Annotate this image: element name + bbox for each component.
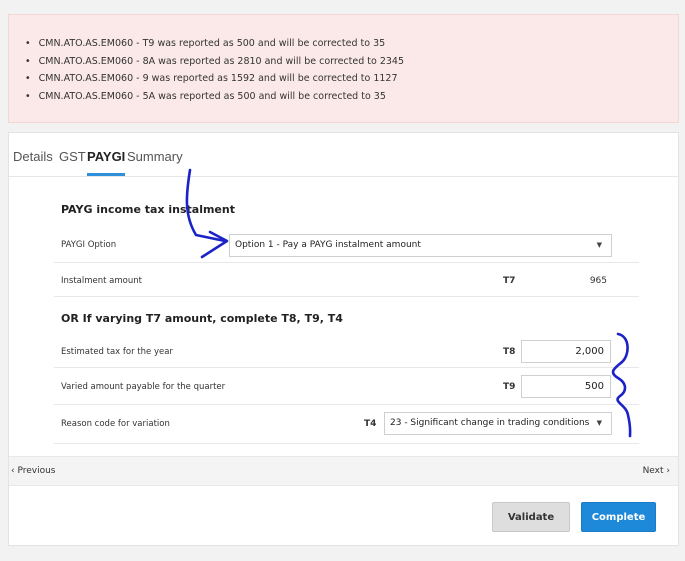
alert-message: CMN.ATO.AS.EM060 - 8A was reported as 28… [25, 53, 678, 71]
chevron-down-icon: ▼ [596, 241, 602, 249]
alert-message: CMN.ATO.AS.EM060 - 5A was reported as 50… [25, 88, 678, 106]
previous-link[interactable]: ‹ Previous [11, 466, 56, 476]
section-title-payg: PAYG income tax instalment [61, 203, 235, 216]
tab-bar: Details GST PAYGI Summary [9, 133, 678, 177]
tab-gst[interactable]: GST [59, 149, 86, 164]
reason-code-label: Reason code for variation [61, 419, 170, 429]
instalment-value: 965 [589, 276, 607, 286]
estimated-tax-label: Estimated tax for the year [61, 347, 173, 357]
varied-amount-code: T9 [503, 382, 516, 392]
paygi-option-value: Option 1 - Pay a PAYG instalment amount [235, 240, 421, 250]
paygi-option-row: PAYGI Option Option 1 - Pay a PAYG insta… [54, 229, 639, 263]
varied-amount-label: Varied amount payable for the quarter [61, 382, 226, 392]
next-link[interactable]: Next › [643, 466, 670, 476]
estimated-tax-row: Estimated tax for the year T8 2,000 [54, 335, 639, 368]
estimated-tax-code: T8 [503, 347, 516, 357]
varied-amount-row: Varied amount payable for the quarter T9… [54, 368, 639, 405]
tab-paygi[interactable]: PAYGI [87, 149, 126, 176]
paygi-option-select[interactable]: Option 1 - Pay a PAYG instalment amount … [229, 234, 612, 257]
alert-message: CMN.ATO.AS.EM060 - 9 was reported as 159… [25, 70, 678, 88]
alert-message: CMN.ATO.AS.EM060 - T9 was reported as 50… [25, 35, 678, 53]
pager-bar: ‹ Previous Next › [9, 456, 678, 486]
validate-button[interactable]: Validate [492, 502, 570, 532]
reason-code-code: T4 [364, 419, 377, 429]
tab-summary[interactable]: Summary [127, 149, 183, 164]
reason-code-row: Reason code for variation T4 23 - Signif… [54, 405, 639, 444]
paygi-option-label: PAYGI Option [61, 240, 117, 250]
varied-amount-input[interactable]: 500 [521, 375, 611, 398]
estimated-tax-input[interactable]: 2,000 [521, 340, 611, 363]
form-card: Details GST PAYGI Summary PAYG income ta… [8, 132, 679, 546]
error-alert: CMN.ATO.AS.EM060 - T9 was reported as 50… [8, 14, 679, 123]
section-title-variation: OR If varying T7 amount, complete T8, T9… [61, 312, 343, 325]
complete-button[interactable]: Complete [581, 502, 656, 532]
instalment-row: Instalment amount T7 965 [54, 263, 639, 297]
instalment-label: Instalment amount [61, 276, 142, 286]
reason-code-select[interactable]: 23 - Significant change in trading condi… [384, 412, 612, 435]
chevron-down-icon: ▼ [596, 419, 602, 427]
reason-code-value: 23 - Significant change in trading condi… [390, 418, 590, 428]
tab-details[interactable]: Details [13, 149, 53, 164]
instalment-code: T7 [503, 276, 516, 286]
